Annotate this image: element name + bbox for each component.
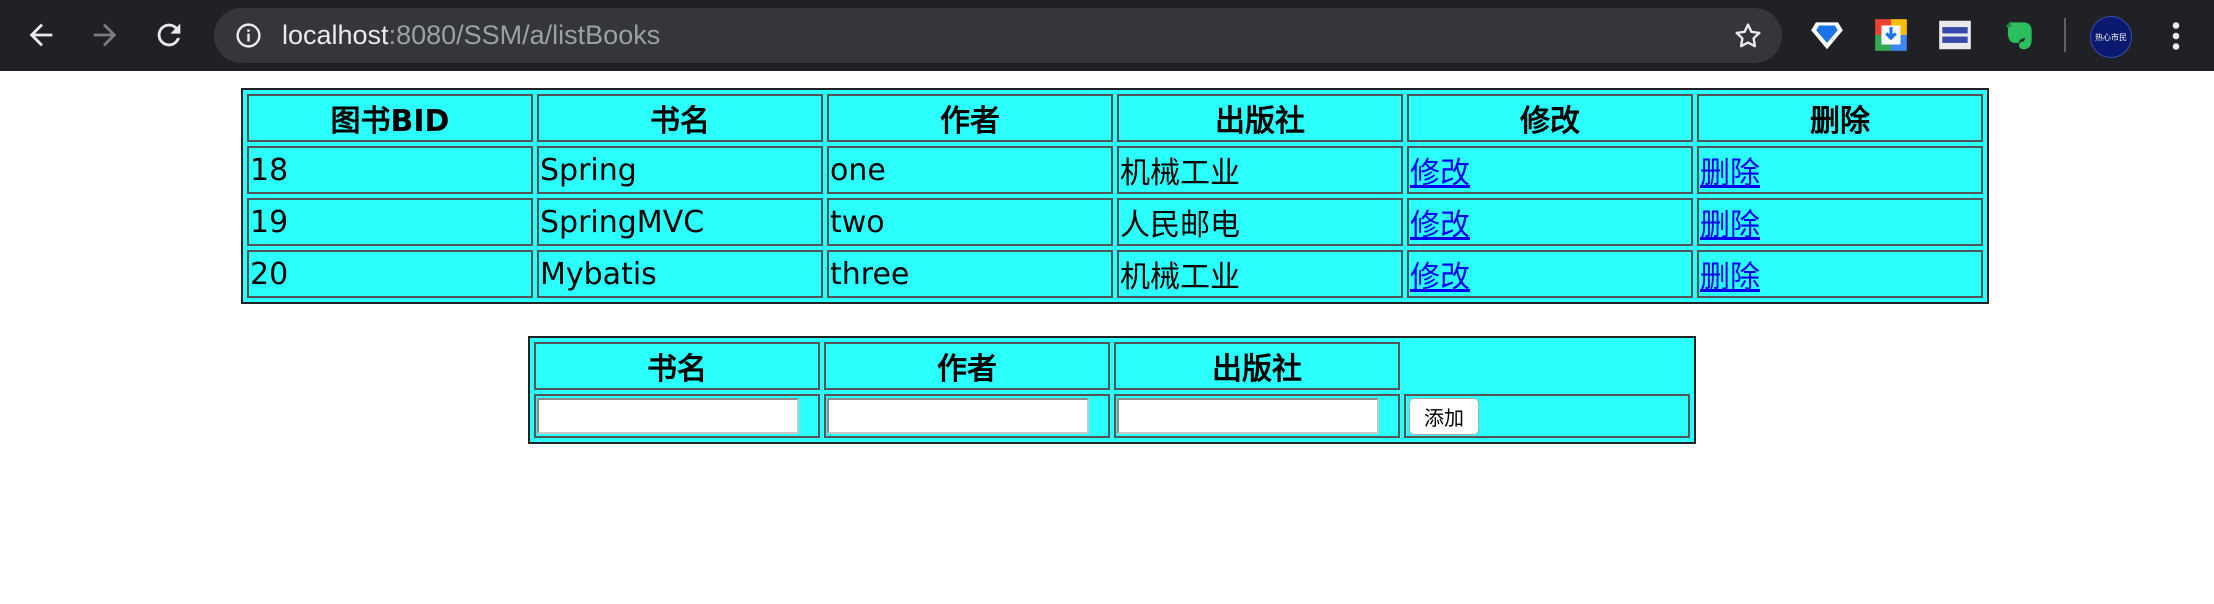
book-name-input[interactable] [537, 398, 799, 434]
form-header-row: 书名 作者 出版社 [534, 342, 1690, 390]
publisher-input[interactable] [1117, 398, 1379, 434]
cell-edit: 修改 [1407, 146, 1693, 194]
header-empty [1404, 342, 1690, 390]
delete-link[interactable]: 删除 [1700, 208, 1760, 243]
form-input-row: 添加 [534, 394, 1690, 438]
back-arrow-icon [29, 23, 53, 47]
cell-delete: 删除 [1697, 146, 1983, 194]
evernote-icon[interactable] [2000, 16, 2038, 54]
header-publisher: 出版社 [1117, 94, 1403, 142]
cell-author: one [827, 146, 1113, 194]
book-list-table: 图书BID 书名 作者 出版社 修改 删除 18 Spring one 机械工业… [241, 88, 1989, 304]
cell-bid: 19 [247, 198, 533, 246]
cell-publisher: 机械工业 [1117, 250, 1403, 298]
cell-author-input [824, 394, 1110, 438]
diamond-extension-icon[interactable] [1808, 16, 1846, 54]
download-extension-icon[interactable] [1872, 16, 1910, 54]
more-vert-icon[interactable] [2158, 16, 2194, 56]
browser-toolbar: localhost:8080/SSM/a/listBooks 热心市民 [0, 0, 2214, 71]
header-author: 作者 [827, 94, 1113, 142]
edit-link[interactable]: 修改 [1410, 208, 1470, 243]
avatar-text-logo: 热心市民 [2095, 32, 2127, 42]
delete-link[interactable]: 删除 [1700, 156, 1760, 191]
cell-bid: 18 [247, 146, 533, 194]
edit-link[interactable]: 修改 [1410, 156, 1470, 191]
toolbar-separator [2064, 18, 2066, 52]
url-host: localhost [282, 20, 389, 50]
header-delete: 删除 [1697, 94, 1983, 142]
reload-icon [157, 23, 181, 47]
cell-publisher: 人民邮电 [1117, 198, 1403, 246]
cell-publisher: 机械工业 [1117, 146, 1403, 194]
delete-link[interactable]: 删除 [1700, 260, 1760, 295]
bookmark-star-icon[interactable] [1732, 20, 1764, 52]
cell-publisher-input [1114, 394, 1400, 438]
back-button[interactable] [18, 12, 64, 58]
address-bar[interactable]: localhost:8080/SSM/a/listBooks [214, 8, 1782, 63]
table-row: 19 SpringMVC two 人民邮电 修改 删除 [247, 198, 1983, 246]
table-header-row: 图书BID 书名 作者 出版社 修改 删除 [247, 94, 1983, 142]
window-extension-icon[interactable] [1936, 16, 1974, 54]
header-book-name: 书名 [534, 342, 820, 390]
forward-arrow-icon [93, 23, 117, 47]
table-row: 20 Mybatis three 机械工业 修改 删除 [247, 250, 1983, 298]
header-publisher: 出版社 [1114, 342, 1400, 390]
cell-book-name: SpringMVC [537, 198, 823, 246]
cell-add-button: 添加 [1404, 394, 1690, 438]
cell-book-name: Mybatis [537, 250, 823, 298]
url-text[interactable]: localhost:8080/SSM/a/listBooks [282, 8, 660, 63]
info-icon[interactable] [234, 21, 263, 50]
cell-author: two [827, 198, 1113, 246]
table-row: 18 Spring one 机械工业 修改 删除 [247, 146, 1983, 194]
cell-book-name: Spring [537, 146, 823, 194]
reload-button[interactable] [146, 12, 192, 58]
cell-delete: 删除 [1697, 250, 1983, 298]
svg-text:热心市民: 热心市民 [2095, 32, 2127, 42]
cell-bid: 20 [247, 250, 533, 298]
cell-delete: 删除 [1697, 198, 1983, 246]
cell-edit: 修改 [1407, 250, 1693, 298]
header-author: 作者 [824, 342, 1110, 390]
cell-author: three [827, 250, 1113, 298]
forward-button[interactable] [82, 12, 128, 58]
edit-link[interactable]: 修改 [1410, 260, 1470, 295]
url-path: :8080/SSM/a/listBooks [388, 20, 661, 50]
header-book-name: 书名 [537, 94, 823, 142]
add-button[interactable]: 添加 [1409, 397, 1479, 435]
header-bid: 图书BID [247, 94, 533, 142]
add-book-form: 书名 作者 出版社 添加 [528, 336, 1696, 444]
header-edit: 修改 [1407, 94, 1693, 142]
profile-avatar[interactable]: 热心市民 [2090, 16, 2132, 58]
cell-name-input [534, 394, 820, 438]
author-input[interactable] [827, 398, 1089, 434]
cell-edit: 修改 [1407, 198, 1693, 246]
